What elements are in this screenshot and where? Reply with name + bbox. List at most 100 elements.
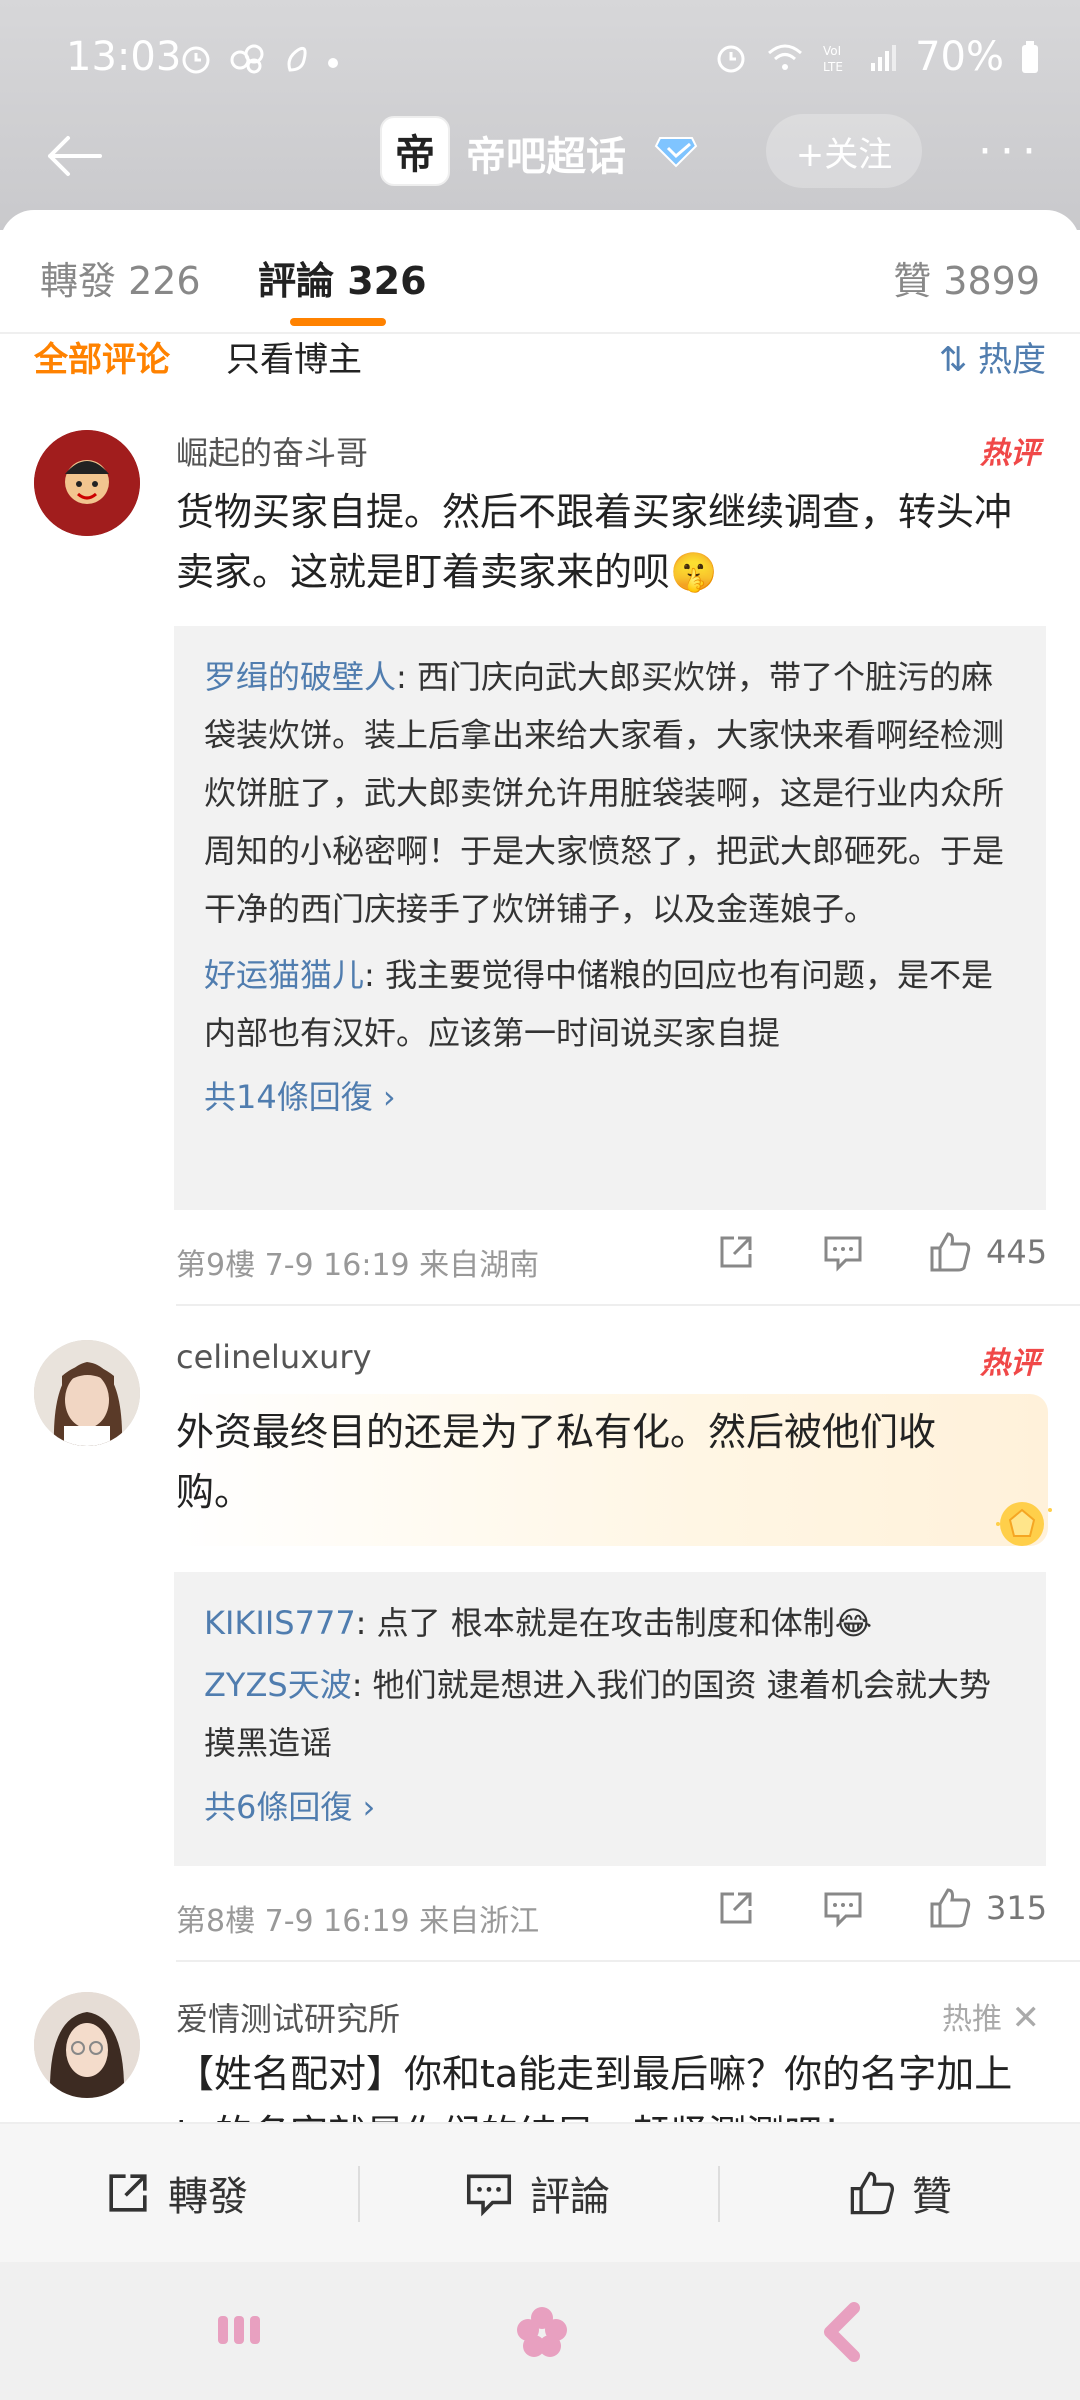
promoted-tag-label: 热推 <box>941 2002 1002 2037</box>
share-icon <box>720 1892 752 1924</box>
promoted-tag: 热推 ✕ <box>942 1994 1040 2038</box>
comment-text: 外资最终目的还是为了私有化。然后被他们收购。 <box>176 1410 937 1514</box>
bottom-action-bar: 轉發 評論 贊 <box>0 2122 1080 2262</box>
repost-label: 轉發 <box>168 2174 248 2220</box>
like-count: 445 <box>986 1233 1048 1271</box>
replies-box[interactable]: 罗缉的破壁人: 西门庆向武大郎买炊饼，带了个脏污的麻袋装炊饼。装上后拿出来给大家… <box>174 626 1046 1210</box>
comment-meta: 第9樓 7-9 16:19 来自湖南 <box>176 1248 540 1283</box>
wifi-icon <box>768 44 803 70</box>
replies-box[interactable]: KIKIIS777: 点了 根本就是在攻击制度和体制😂 ZYZS天波: 牠们就是… <box>174 1572 1046 1866</box>
app-notification-icon-2 <box>287 46 307 72</box>
svg-text:VoI: VoI <box>823 44 841 58</box>
avatar[interactable] <box>34 1992 140 2098</box>
follow-button[interactable]: +关注 <box>766 114 922 188</box>
thumbs-up-icon <box>850 2171 894 2215</box>
tab-reposts[interactable]: 轉發 226 <box>40 250 201 305</box>
reply-comment-button[interactable] <box>822 1232 864 1272</box>
alarm-icon <box>182 46 210 74</box>
divider <box>718 2166 720 2222</box>
reply-username[interactable]: 罗缉的破壁人 <box>204 658 396 696</box>
comment-filter-bar: 全部评论 只看博主 ⇅ 热度 <box>0 332 1080 382</box>
back-nav-icon[interactable] <box>820 2302 864 2362</box>
filter-owner-only[interactable]: 只看博主 <box>226 332 362 381</box>
thumbs-up-icon <box>930 1888 971 1928</box>
comment-icon <box>466 2174 512 2217</box>
battery-percent: 70% <box>915 34 1004 80</box>
like-comment-button[interactable]: 315 <box>928 1886 1047 1930</box>
like-count: 315 <box>986 1889 1048 1927</box>
share-icon <box>109 2174 147 2212</box>
like-comment-button[interactable]: 445 <box>928 1230 1047 1274</box>
filter-all-comments[interactable]: 全部评论 <box>34 332 170 381</box>
home-flower-icon[interactable] <box>514 2304 570 2360</box>
svg-text:LTE: LTE <box>823 60 843 74</box>
thumbs-up-icon <box>930 1232 971 1272</box>
comment-username[interactable]: 崛起的奋斗哥 <box>176 428 368 474</box>
comment-button[interactable]: 評論 <box>464 2164 610 2222</box>
page-title[interactable]: 帝吧超话 <box>466 124 626 182</box>
active-tab-indicator <box>290 318 386 326</box>
share-icon <box>720 1236 752 1268</box>
app-notification-icon <box>230 44 264 74</box>
sort-by-hot-button[interactable]: ⇅ 热度 <box>939 332 1046 381</box>
repost-comment-button[interactable] <box>716 1232 756 1272</box>
stats-tabs: 轉發 226 評論 326 贊 3899 <box>0 250 1080 320</box>
logo-glyph: 帝 <box>395 131 435 178</box>
tab-likes[interactable]: 贊 3899 <box>893 250 1040 305</box>
view-more-replies-link[interactable]: 共6條回復 › <box>204 1778 1016 1836</box>
more-options-icon[interactable]: ··· <box>978 126 1044 177</box>
reply-item: KIKIIS777: 点了 根本就是在攻击制度和体制😂 <box>204 1594 1016 1652</box>
reply-username[interactable]: KIKIIS777 <box>204 1604 356 1642</box>
comment-text: 货物买家自提。然后不跟着买家继续调查，转头冲卖家。这就是盯着卖家来的呗🤫 <box>176 490 1013 594</box>
comment-icon <box>824 1236 862 1272</box>
sort-icon: ⇅ <box>938 340 978 380</box>
signal-icon <box>871 45 897 71</box>
reply-text: : 点了 根本就是在攻击制度和体制😂 <box>355 1604 873 1642</box>
portrait-avatar-icon <box>34 1992 140 2098</box>
reply-item: ZYZS天波: 牠们就是想进入我们的国资 逮着机会就大势摸黑造谣 <box>204 1656 1016 1772</box>
notification-icons <box>178 40 338 76</box>
like-button[interactable]: 贊 <box>848 2164 952 2222</box>
reply-username[interactable]: 好运猫猫儿 <box>204 956 364 994</box>
reply-text: : 西门庆向武大郎买炊饼，带了个脏污的麻袋装炊饼。装上后拿出来给大家看，大家快来… <box>204 658 1005 928</box>
divider <box>176 1960 1080 1962</box>
volte-icon: VoI LTE <box>823 44 843 74</box>
tab-comments[interactable]: 評論 326 <box>258 250 427 305</box>
recent-apps-icon[interactable] <box>214 2310 266 2350</box>
promoted-username[interactable]: 爱情测试研究所 <box>176 1994 400 2040</box>
divider <box>176 1304 1080 1306</box>
avatar[interactable] <box>34 430 140 536</box>
divider <box>358 2166 360 2222</box>
comment-meta: 第8樓 7-9 16:19 来自浙江 <box>176 1904 540 1939</box>
repost-button[interactable]: 轉發 <box>104 2164 248 2222</box>
alarm-icon <box>717 45 745 73</box>
system-nav-bar <box>0 2262 1080 2400</box>
comment-username[interactable]: celineluxury <box>176 1338 372 1376</box>
crown-badge-icon <box>996 1502 1052 1546</box>
avatar[interactable] <box>34 1340 140 1446</box>
sort-label: 热度 <box>978 340 1046 380</box>
view-more-replies-link[interactable]: 共14條回復 › <box>204 1068 1016 1126</box>
reply-comment-button[interactable] <box>822 1888 864 1928</box>
topic-logo[interactable]: 帝 <box>380 116 450 186</box>
like-label: 贊 <box>912 2174 952 2220</box>
comment-label: 評論 <box>530 2174 610 2220</box>
system-status-icons: VoI LTE 70% <box>713 34 1040 80</box>
hot-comment-badge: 热评 <box>980 436 1040 471</box>
reply-username[interactable]: ZYZS天波 <box>204 1666 352 1704</box>
promoted-item[interactable]: 爱情测试研究所 热推 ✕ 【姓名配对】你和ta能走到最后嘛？你的名字加上ta的名… <box>0 1986 1080 2122</box>
cartoon-avatar-icon <box>34 430 140 536</box>
verified-diamond-icon <box>654 137 698 168</box>
battery-icon <box>1022 41 1038 73</box>
back-arrow-icon[interactable] <box>38 126 108 186</box>
hot-comment-badge: 热评 <box>980 1346 1040 1381</box>
reply-item: 好运猫猫儿: 我主要觉得中储粮的回应也有问题，是不是内部也有汉奸。应该第一时间说… <box>204 946 1016 1062</box>
promoted-text: 【姓名配对】你和ta能走到最后嘛？你的名字加上ta的名字就是你们的结局，赶紧测测… <box>176 2052 1013 2122</box>
status-time: 13:03 <box>66 34 182 80</box>
repost-comment-button[interactable] <box>716 1888 756 1928</box>
more-notifications-dot <box>328 58 338 68</box>
top-nav-bar: 帝 帝吧超话 +关注 ··· <box>0 110 1080 200</box>
close-icon[interactable]: ✕ <box>1012 1998 1041 2038</box>
portrait-avatar-icon <box>34 1340 140 1446</box>
status-bar: 13:03 VoI LTE 70% <box>0 30 1080 90</box>
